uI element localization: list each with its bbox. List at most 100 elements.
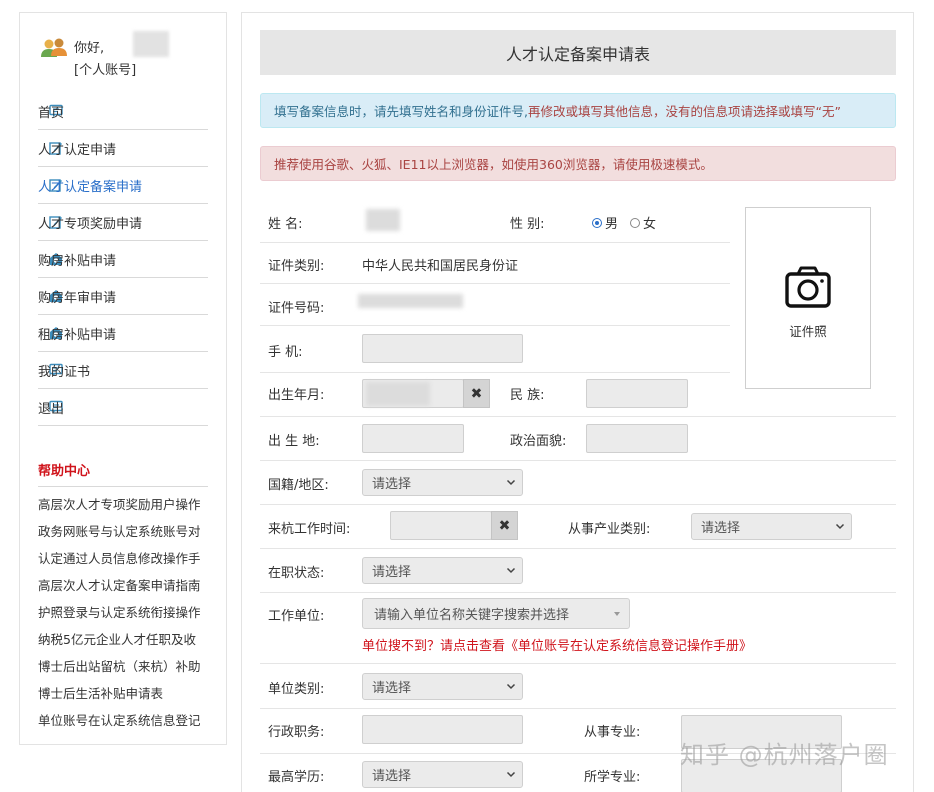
sidebar-item-label: 人才专项奖励申请 (38, 216, 143, 232)
divider (260, 242, 730, 243)
name-value-redacted (366, 209, 400, 231)
major-label: 所学专业: (584, 770, 641, 785)
sidebar-item-label: 租房补贴申请 (38, 327, 117, 343)
phone-input[interactable] (362, 334, 523, 363)
camera-icon (785, 266, 831, 308)
clear-work-time-button[interactable]: ✖ (491, 511, 518, 540)
political-input[interactable] (586, 424, 688, 453)
help-link[interactable]: 护照登录与认定系统衔接操作 (38, 599, 224, 626)
help-link[interactable]: 单位账号在认定系统信息登记 (38, 707, 224, 734)
select-value: 请选择 (372, 477, 412, 492)
id-number-label: 证件号码: (268, 301, 325, 316)
help-center-title: 帮助中心 (38, 464, 91, 479)
employer-placeholder: 请输入单位名称关键字搜索并选择 (374, 608, 570, 623)
job-status-select[interactable]: 请选择 (362, 557, 523, 584)
id-number-redacted (358, 294, 463, 308)
help-link[interactable]: 政务网账号与认定系统账号对 (38, 518, 224, 545)
id-type-label: 证件类别: (268, 259, 325, 274)
birth-label: 出生年月: (268, 388, 325, 403)
gender-male-radio[interactable]: 男 (592, 213, 618, 232)
greeting-text: 你好, (74, 41, 105, 56)
account-type: [个人账号] (74, 63, 137, 78)
info-alert-text: 填写备案信息时，请先填写姓名和身份证件号, (274, 104, 528, 119)
divider (260, 416, 896, 417)
nationality-label: 国籍/地区: (268, 478, 329, 493)
education-select[interactable]: 请选择 (362, 761, 523, 788)
chevron-down-icon (506, 683, 516, 690)
specialty-label: 从事专业: (584, 725, 641, 740)
gender-female-radio[interactable]: 女 (630, 213, 656, 232)
caret-down-icon (614, 612, 620, 616)
divider (260, 663, 896, 664)
chevron-down-icon (835, 523, 845, 530)
help-link[interactable]: 博士后生活补贴申请表 (38, 680, 224, 707)
sidebar-item-housing-subsidy[interactable]: 购房补贴申请 (38, 241, 208, 278)
help-link[interactable]: 博士后出站留杭（来杭）补助 (38, 653, 224, 680)
ethnicity-label: 民 族: (510, 388, 545, 403)
birthplace-input[interactable] (362, 424, 464, 453)
help-link[interactable]: 高层次人才专项奖励用户操作 (38, 491, 224, 518)
sidebar-nav: 首页 人才认定申请 人才认定备案申请 人才专项奖励申请 购房补贴申请 购房年审申… (38, 93, 208, 426)
divider (260, 283, 730, 284)
birthplace-label: 出 生 地: (268, 434, 320, 449)
sidebar-item-rent-subsidy[interactable]: 租房补贴申请 (38, 315, 208, 352)
sidebar-item-housing-review[interactable]: 购房年审申请 (38, 278, 208, 315)
admin-post-label: 行政职务: (268, 725, 325, 740)
divider (260, 372, 730, 373)
education-label: 最高学历: (268, 770, 325, 785)
help-link[interactable]: 认定通过人员信息修改操作手 (38, 545, 224, 572)
admin-post-input[interactable] (362, 715, 523, 744)
name-label: 姓 名: (268, 217, 303, 232)
employer-help-link[interactable]: 单位搜不到？请点击查看《单位账号在认定系统信息登记操作手册》 (362, 635, 752, 654)
divider (260, 548, 896, 549)
help-link[interactable]: 纳税5亿元企业人才任职及收 (38, 626, 224, 653)
sidebar-item-label: 首页 (38, 105, 65, 121)
select-value: 请选择 (372, 681, 412, 696)
chevron-down-icon (506, 479, 516, 486)
sidebar-item-label: 购房年审申请 (38, 290, 117, 306)
gender-label: 性 别: (510, 217, 545, 232)
sidebar-item-special-award[interactable]: 人才专项奖励申请 (38, 204, 208, 241)
users-icon (41, 38, 67, 57)
clear-birth-button[interactable]: ✖ (463, 379, 490, 408)
radio-dot (630, 217, 640, 228)
phone-label: 手 机: (268, 345, 303, 360)
sidebar-item-logout[interactable]: 退出 (38, 389, 208, 426)
id-photo-label: 证件照 (789, 324, 827, 339)
watermark: 知乎 @杭州落户圈 (680, 741, 889, 769)
sidebar-item-label: 人才认定申请 (38, 142, 117, 158)
nationality-select[interactable]: 请选择 (362, 469, 523, 496)
gender-female-label: 女 (643, 217, 657, 232)
ethnicity-input[interactable] (586, 379, 688, 408)
employer-search-select[interactable]: 请输入单位名称关键字搜索并选择 (362, 598, 630, 629)
divider (260, 325, 730, 326)
info-alert-emphasis: 再修改或填写其他信息，没有的信息项请选择或填写“无” (527, 104, 841, 119)
industry-select[interactable]: 请选择 (691, 513, 852, 540)
sidebar-item-home[interactable]: 首页 (38, 93, 208, 130)
sidebar-item-talent-apply[interactable]: 人才认定申请 (38, 130, 208, 167)
political-label: 政治面貌: (510, 434, 567, 449)
id-photo-upload[interactable]: 证件照 (745, 207, 871, 389)
sidebar-item-label: 我的证书 (38, 364, 91, 380)
chevron-down-icon (506, 771, 516, 778)
help-link[interactable]: 高层次人才认定备案申请指南 (38, 572, 224, 599)
sidebar-item-certificate[interactable]: 我的证书 (38, 352, 208, 389)
sidebar-item-label: 购房补贴申请 (38, 253, 117, 269)
divider (260, 504, 896, 505)
job-status-label: 在职状态: (268, 566, 325, 581)
page-title: 人才认定备案申请表 (260, 30, 896, 75)
work-time-input[interactable] (390, 511, 492, 540)
select-value: 请选择 (701, 521, 741, 536)
help-list: 高层次人才专项奖励用户操作 政务网账号与认定系统账号对 认定通过人员信息修改操作… (38, 491, 224, 734)
select-value: 请选择 (372, 565, 412, 580)
main-panel: 人才认定备案申请表 填写备案信息时，请先填写姓名和身份证件号, 再修改或填写其他… (241, 12, 914, 792)
work-time-label: 来杭工作时间: (268, 522, 351, 537)
divider (260, 592, 896, 593)
id-type-value: 中华人民共和国居民身份证 (362, 259, 519, 274)
divider (260, 708, 896, 709)
unit-type-select[interactable]: 请选择 (362, 673, 523, 700)
radio-dot (592, 217, 602, 228)
sidebar-item-label: 退出 (38, 401, 65, 417)
chevron-down-icon (506, 567, 516, 574)
sidebar-item-talent-filing[interactable]: 人才认定备案申请 (38, 167, 208, 204)
